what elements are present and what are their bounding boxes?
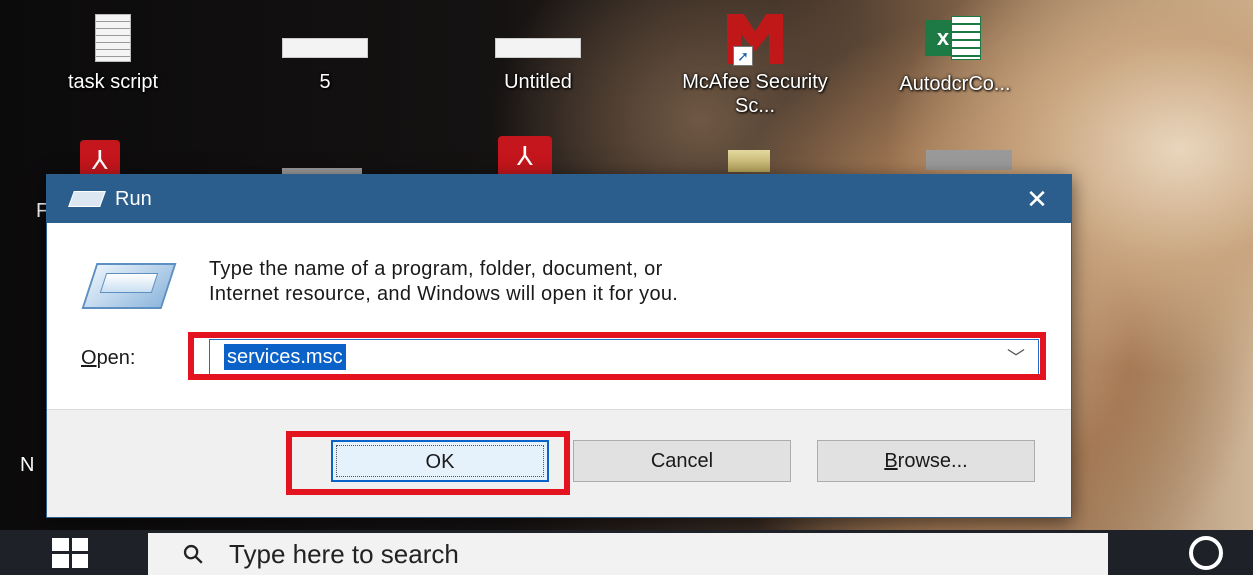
text-document-icon xyxy=(95,14,131,62)
desktop-icon-label: Untitled xyxy=(504,71,572,93)
run-icon xyxy=(67,188,105,210)
open-label-text: pen: xyxy=(96,347,136,369)
image-thumbnail-icon xyxy=(282,38,368,58)
desktop-icon-untitled[interactable]: Untitled xyxy=(463,8,613,94)
chevron-down-icon[interactable]: ﹀ xyxy=(1002,344,1030,372)
desktop-icon-label: AutodcrCo... xyxy=(899,73,1011,95)
description-line: Internet resource, and Windows will open… xyxy=(209,283,679,305)
browse-mnemonic: B xyxy=(884,450,898,472)
dialog-title: Run xyxy=(115,187,152,210)
taskbar: ⚲ Type here to search xyxy=(0,530,1253,575)
pdf-file-icon[interactable] xyxy=(498,136,552,176)
dialog-description: Type the name of a program, folder, docu… xyxy=(209,257,1029,307)
desktop-icon-label-partial: N xyxy=(20,454,35,476)
desktop-icon-label: McAfee Security Sc... xyxy=(682,71,828,117)
ok-button[interactable]: OK xyxy=(331,440,549,482)
desktop-icon-label: task script xyxy=(67,71,159,93)
desktop-icon-label: 5 xyxy=(319,71,331,93)
taskbar-search-box[interactable]: ⚲ Type here to search xyxy=(148,533,1108,575)
file-icon[interactable] xyxy=(728,150,770,172)
browse-button-label: rowse... xyxy=(897,450,968,472)
dialog-titlebar[interactable]: Run ✕ xyxy=(47,175,1071,223)
desktop-icon-autodcrco[interactable]: x AutodcrCo... xyxy=(880,14,1030,96)
run-dialog: Run ✕ Type the name of a program, folder… xyxy=(46,174,1072,518)
desktop-icon-mcafee[interactable]: ➚ McAfee Security Sc... xyxy=(680,14,830,118)
desktop-icon-task-script[interactable]: task script xyxy=(38,14,188,94)
search-placeholder: Type here to search xyxy=(229,538,459,569)
image-thumbnail-icon[interactable] xyxy=(926,150,1012,170)
close-button[interactable]: ✕ xyxy=(1013,179,1061,219)
open-input-value[interactable]: services.msc xyxy=(224,344,346,370)
cancel-button-label: Cancel xyxy=(650,450,714,472)
excel-file-icon: x xyxy=(925,16,985,62)
open-label: Open: xyxy=(81,347,136,370)
ok-button-label: OK xyxy=(425,451,455,473)
image-thumbnail-icon xyxy=(495,38,581,58)
description-line: Type the name of a program, folder, docu… xyxy=(209,258,663,280)
cancel-button[interactable]: Cancel xyxy=(573,440,791,482)
browse-button[interactable]: Browse... xyxy=(817,440,1035,482)
cortana-circle-icon[interactable] xyxy=(1189,536,1223,570)
search-icon: ⚲ xyxy=(175,536,211,571)
mcafee-shortcut-icon: ➚ xyxy=(727,14,783,66)
windows-logo-icon xyxy=(52,537,88,568)
open-combobox[interactable]: services.msc ﹀ xyxy=(209,339,1039,375)
start-button[interactable] xyxy=(0,530,140,575)
dialog-button-bar: OK Cancel Browse... xyxy=(47,409,1071,517)
open-label-mnemonic: O xyxy=(81,347,97,369)
desktop-icon-5[interactable]: 5 xyxy=(250,8,400,94)
run-program-icon xyxy=(81,263,177,313)
